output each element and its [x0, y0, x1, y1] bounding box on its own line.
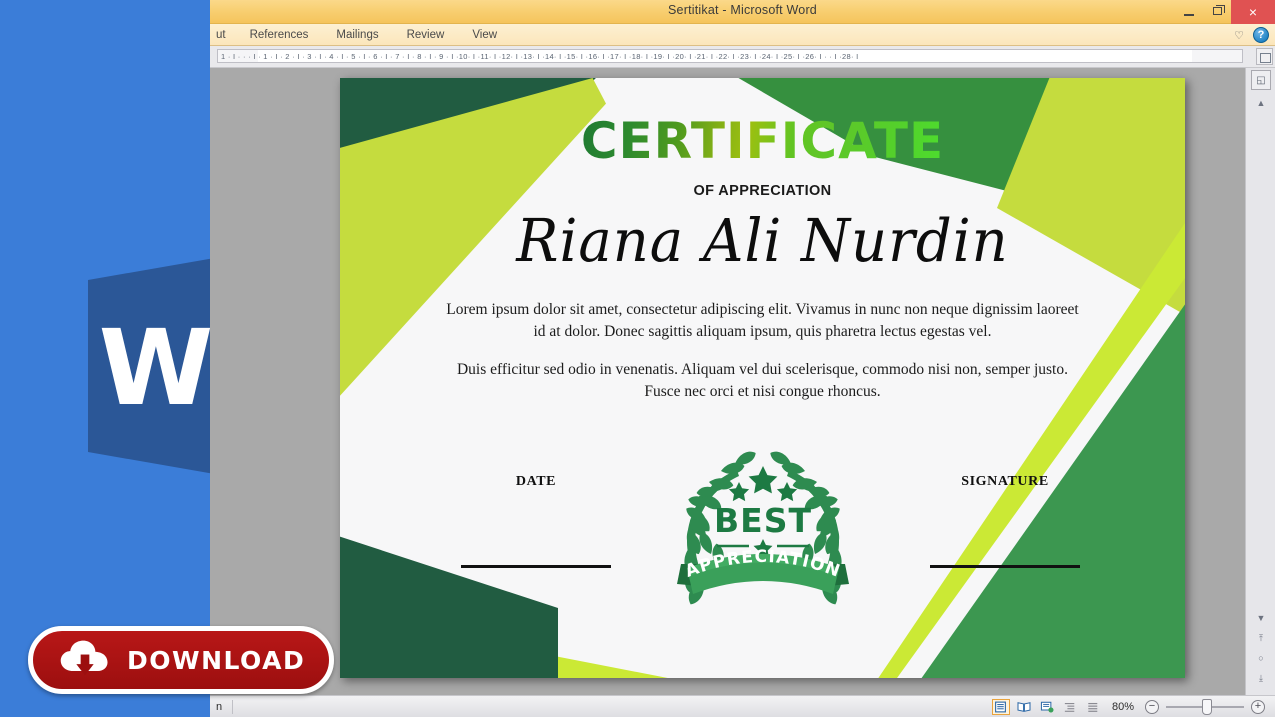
- zoom-out-button[interactable]: −: [1145, 699, 1159, 714]
- document-canvas: CERTIFICATE OF APPRECIATION Riana Ali Nu…: [210, 68, 1245, 695]
- zoom-in-button[interactable]: +: [1251, 699, 1265, 714]
- certificate-page: CERTIFICATE OF APPRECIATION Riana Ali Nu…: [340, 78, 1185, 678]
- vertical-scrollbar[interactable]: ◱ ▲ ▼ ⤒ ○ ⤓: [1245, 68, 1275, 695]
- tab-view[interactable]: View: [458, 24, 511, 45]
- ruler-bar: 1 · I · · · I · 1 · I · 2 · I · 3 · I · …: [210, 46, 1275, 68]
- scroll-down-button[interactable]: ▼: [1250, 609, 1272, 627]
- cloud-download-icon: [59, 638, 111, 683]
- appreciation-badge: BEST APPRECIATION: [673, 444, 853, 619]
- status-divider: [232, 699, 234, 714]
- select-browse-object-button[interactable]: ○: [1250, 649, 1272, 667]
- certificate-footer: DATE SIGNATURE BEST APPRECIATION: [340, 448, 1185, 636]
- zoom-level-label: 80%: [1111, 700, 1134, 713]
- previous-page-button[interactable]: ⤒: [1250, 629, 1272, 647]
- tab-layout[interactable]: ut: [214, 24, 236, 45]
- status-left-text: n: [216, 700, 223, 713]
- ribbon-tab-list: ut References Mailings Review View: [210, 24, 1275, 45]
- read-mode-view-icon[interactable]: [1016, 700, 1032, 714]
- window-title: Sertitikat - Microsoft Word: [668, 3, 817, 17]
- restore-icon: [1212, 5, 1225, 15]
- status-right-group: 80% − +: [991, 698, 1275, 715]
- tab-review[interactable]: Review: [393, 24, 459, 45]
- tab-references[interactable]: References: [236, 24, 323, 45]
- web-layout-view-icon[interactable]: [1039, 700, 1055, 714]
- minimize-icon: [1184, 13, 1194, 16]
- date-label: DATE: [515, 474, 557, 489]
- date-line: [461, 565, 611, 568]
- badge-ribbon: APPRECIATION: [676, 547, 849, 594]
- ruler-tick-labels: 1 · I · · · I · 1 · I · 2 · I · 3 · I · …: [221, 51, 859, 61]
- zoom-slider-thumb[interactable]: [1202, 698, 1212, 715]
- help-icon[interactable]: ?: [1253, 27, 1269, 43]
- scroll-up-button[interactable]: ▲: [1250, 94, 1272, 112]
- page-setup-icon[interactable]: [1256, 48, 1273, 65]
- certificate-subtitle: OF APPRECIATION: [693, 183, 832, 199]
- recipient-name: Riana Ali Nurdin: [516, 207, 1009, 276]
- zoom-slider[interactable]: [1166, 698, 1244, 715]
- ribbon-right-controls: ♡ ?: [1234, 24, 1269, 46]
- date-block: DATE: [441, 474, 631, 568]
- ribbon-tab-strip: ut References Mailings Review View ♡ ?: [210, 24, 1275, 46]
- close-button[interactable]: ×: [1231, 0, 1275, 24]
- signature-block: SIGNATURE: [910, 474, 1100, 568]
- tab-mailings[interactable]: Mailings: [322, 24, 392, 45]
- print-layout-view-icon[interactable]: [991, 698, 1010, 715]
- window-controls: ×: [1175, 0, 1275, 24]
- collapse-ribbon-icon[interactable]: ♡: [1234, 29, 1244, 42]
- horizontal-ruler[interactable]: 1 · I · · · I · 1 · I · 2 · I · 3 · I · …: [217, 49, 1243, 63]
- signature-line: [930, 565, 1080, 568]
- certificate-paragraph-2: Duis efficitur sed odio in venenatis. Al…: [456, 361, 1068, 401]
- split-window-icon[interactable]: ◱: [1251, 70, 1271, 90]
- certificate-paragraph-1: Lorem ipsum dolor sit amet, consectetur …: [446, 301, 1079, 341]
- window-title-bar: Sertitikat - Microsoft Word ×: [210, 0, 1275, 24]
- next-page-button[interactable]: ⤓: [1250, 669, 1272, 687]
- screenshot-root: W Sertitikat - Microsoft Word × ut Refer…: [0, 0, 1275, 717]
- certificate-title: CERTIFICATE: [580, 112, 945, 170]
- download-label: DOWNLOAD: [127, 645, 306, 675]
- minimize-button[interactable]: [1175, 0, 1203, 22]
- svg-text:W: W: [99, 307, 214, 429]
- draft-view-icon[interactable]: [1085, 700, 1101, 714]
- download-button[interactable]: DOWNLOAD: [28, 626, 334, 694]
- certificate-body: Lorem ipsum dolor sit amet, consectetur …: [443, 299, 1083, 403]
- status-bar: n 80% − +: [210, 695, 1275, 717]
- signature-label: SIGNATURE: [961, 474, 1049, 489]
- restore-button[interactable]: [1203, 0, 1231, 22]
- badge-best-text: BEST: [714, 501, 812, 540]
- outline-view-icon[interactable]: [1062, 700, 1078, 714]
